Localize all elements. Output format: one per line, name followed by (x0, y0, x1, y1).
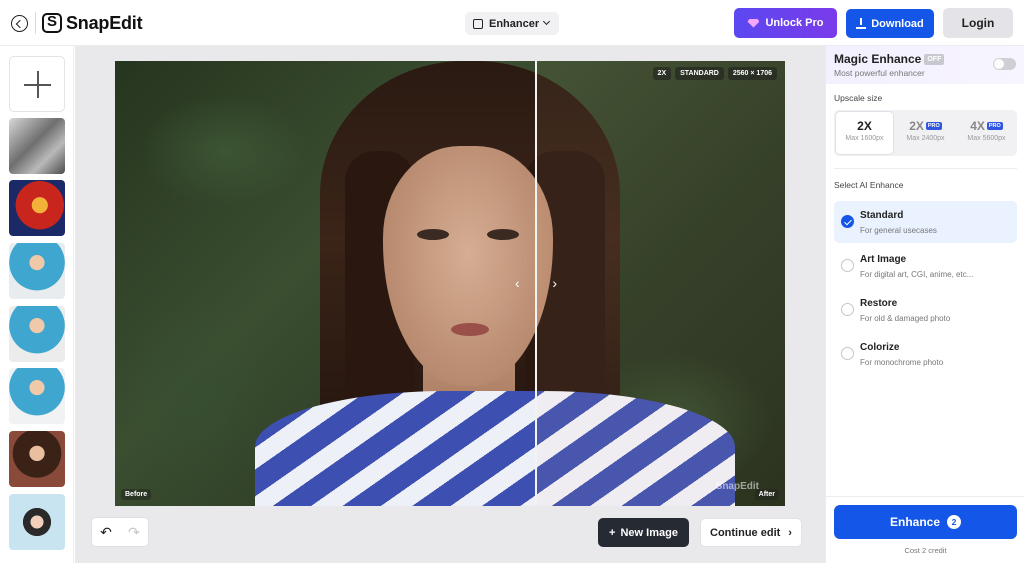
download-button[interactable]: Download (846, 9, 934, 38)
size-option-2x-pro[interactable]: 2X PRO Max 2400px (897, 112, 954, 154)
after-region (536, 61, 785, 506)
top-bar: SnapEdit Enhancer Unlock Pro Download Lo… (0, 0, 1024, 46)
enhance-button[interactable]: Enhance 2 (834, 505, 1017, 539)
download-icon (856, 18, 867, 29)
undo-icon[interactable]: ↶ (92, 518, 120, 546)
new-image-label: New Image (620, 526, 678, 539)
portrait-eye (487, 229, 519, 240)
chevron-down-icon (542, 17, 551, 26)
scale-badge: 2X (652, 67, 672, 80)
before-after-canvas[interactable]: ‹ › 2X STANDARD 2560 × 1706 SnapEdit Bef… (115, 61, 785, 506)
back-icon[interactable] (11, 15, 28, 32)
magic-enhance-label: Magic Enhance (834, 52, 922, 66)
size-label-pro: 4X PRO (958, 119, 1015, 133)
radio-icon (841, 259, 854, 272)
upscale-size-selector: 2X Max 1600px 2X PRO Max 2400px 4X PRO Max… (834, 110, 1017, 156)
login-button[interactable]: Login (943, 8, 1013, 38)
option-description: For monochrome photo (860, 358, 944, 367)
continue-edit-button[interactable]: Continue edit › (700, 518, 802, 547)
thumbnail-image[interactable] (9, 118, 65, 174)
pro-badge: PRO (986, 122, 1003, 130)
enhance-option-restore[interactable]: Restore For old & damaged photo (834, 289, 1017, 331)
mode-label: Enhancer (489, 17, 540, 30)
magic-enhance-row: Magic Enhance OFF Most powerful enhancer (826, 46, 1024, 84)
enhancer-icon (473, 18, 483, 29)
thumbnail-image[interactable] (9, 368, 65, 424)
logo-text: SnapEdit (66, 13, 143, 33)
watermark: SnapEdit (715, 481, 759, 492)
download-label: Download (871, 17, 924, 30)
image-info-badges: 2X STANDARD 2560 × 1706 (652, 67, 777, 80)
plus-icon: + (609, 526, 616, 539)
size-max: Max 2400px (906, 135, 945, 142)
size-label-pro: 2X PRO (897, 119, 954, 133)
magic-enhance-subtitle: Most powerful enhancer (834, 68, 925, 78)
select-ai-enhance-title: Select AI Enhance (834, 180, 904, 190)
size-option-4x-pro[interactable]: 4X PRO Max 5600px (958, 112, 1015, 154)
snapedit-logo-icon (42, 13, 62, 33)
option-name: Colorize (860, 342, 900, 353)
size-max: Max 1600px (845, 135, 884, 142)
enhance-option-colorize[interactable]: Colorize For monochrome photo (834, 333, 1017, 375)
option-description: For general usecases (860, 226, 937, 235)
after-label: After (754, 489, 779, 500)
resolution-badge: 2560 × 1706 (727, 67, 777, 80)
size-max: Max 5600px (967, 135, 1006, 142)
diamond-icon (747, 18, 760, 28)
option-name: Standard (860, 210, 904, 221)
enhance-option-art-image[interactable]: Art Image For digital art, CGI, anime, e… (834, 245, 1017, 287)
thumbnail-image[interactable] (9, 243, 65, 299)
size-label: 4X (970, 119, 985, 133)
settings-panel: Magic Enhance OFF Most powerful enhancer … (825, 46, 1024, 563)
thumbnail-image[interactable] (9, 431, 65, 487)
header-divider (35, 12, 36, 34)
unlock-pro-label: Unlock Pro (765, 17, 824, 29)
enhance-label: Enhance (889, 515, 940, 529)
thumbnail-image[interactable] (9, 494, 65, 550)
portrait-lips (451, 323, 489, 336)
radio-icon (841, 347, 854, 360)
image-thumbnail-strip (0, 46, 74, 563)
editor-workspace: ‹ › 2X STANDARD 2560 × 1706 SnapEdit Bef… (75, 46, 825, 563)
magic-enhance-title: Magic Enhance OFF (834, 52, 945, 66)
portrait-eye (417, 229, 449, 240)
size-label: 2X (857, 119, 872, 133)
mode-dropdown[interactable]: Enhancer (465, 12, 559, 35)
check-circle-icon (841, 215, 854, 228)
option-description: For digital art, CGI, anime, etc... (860, 270, 974, 279)
radio-icon (841, 303, 854, 316)
option-description: For old & damaged photo (860, 314, 951, 323)
chevron-left-icon: ‹ (515, 275, 520, 291)
before-label: Before (121, 489, 152, 500)
add-image-button[interactable] (9, 56, 65, 112)
new-image-button[interactable]: + New Image (598, 518, 689, 547)
size-label: 2X (909, 119, 924, 133)
history-controls: ↶ ↷ (91, 517, 149, 547)
thumbnail-image[interactable] (9, 180, 65, 236)
unlock-pro-button[interactable]: Unlock Pro (734, 8, 837, 38)
upscale-size-title: Upscale size (834, 93, 883, 103)
off-badge: OFF (924, 54, 945, 65)
credit-count-badge: 2 (947, 515, 961, 529)
chevron-right-icon: › (552, 275, 557, 291)
option-name: Art Image (860, 254, 907, 265)
panel-footer-divider (826, 496, 1024, 497)
pro-badge: PRO (925, 122, 942, 130)
magic-enhance-toggle[interactable] (993, 58, 1016, 70)
model-badge: STANDARD (675, 67, 724, 80)
cost-label: Cost 2 credit (904, 546, 947, 555)
thumbnail-image[interactable] (9, 306, 65, 362)
comparison-slider-handle[interactable]: ‹ › (515, 273, 557, 293)
continue-edit-label: Continue edit (710, 526, 781, 539)
chevron-right-icon: › (788, 526, 792, 539)
redo-icon[interactable]: ↷ (120, 518, 148, 546)
enhance-option-standard[interactable]: Standard For general usecases (834, 201, 1017, 243)
option-name: Restore (860, 298, 898, 309)
size-option-2x[interactable]: 2X Max 1600px (836, 112, 893, 154)
panel-divider (834, 168, 1017, 169)
